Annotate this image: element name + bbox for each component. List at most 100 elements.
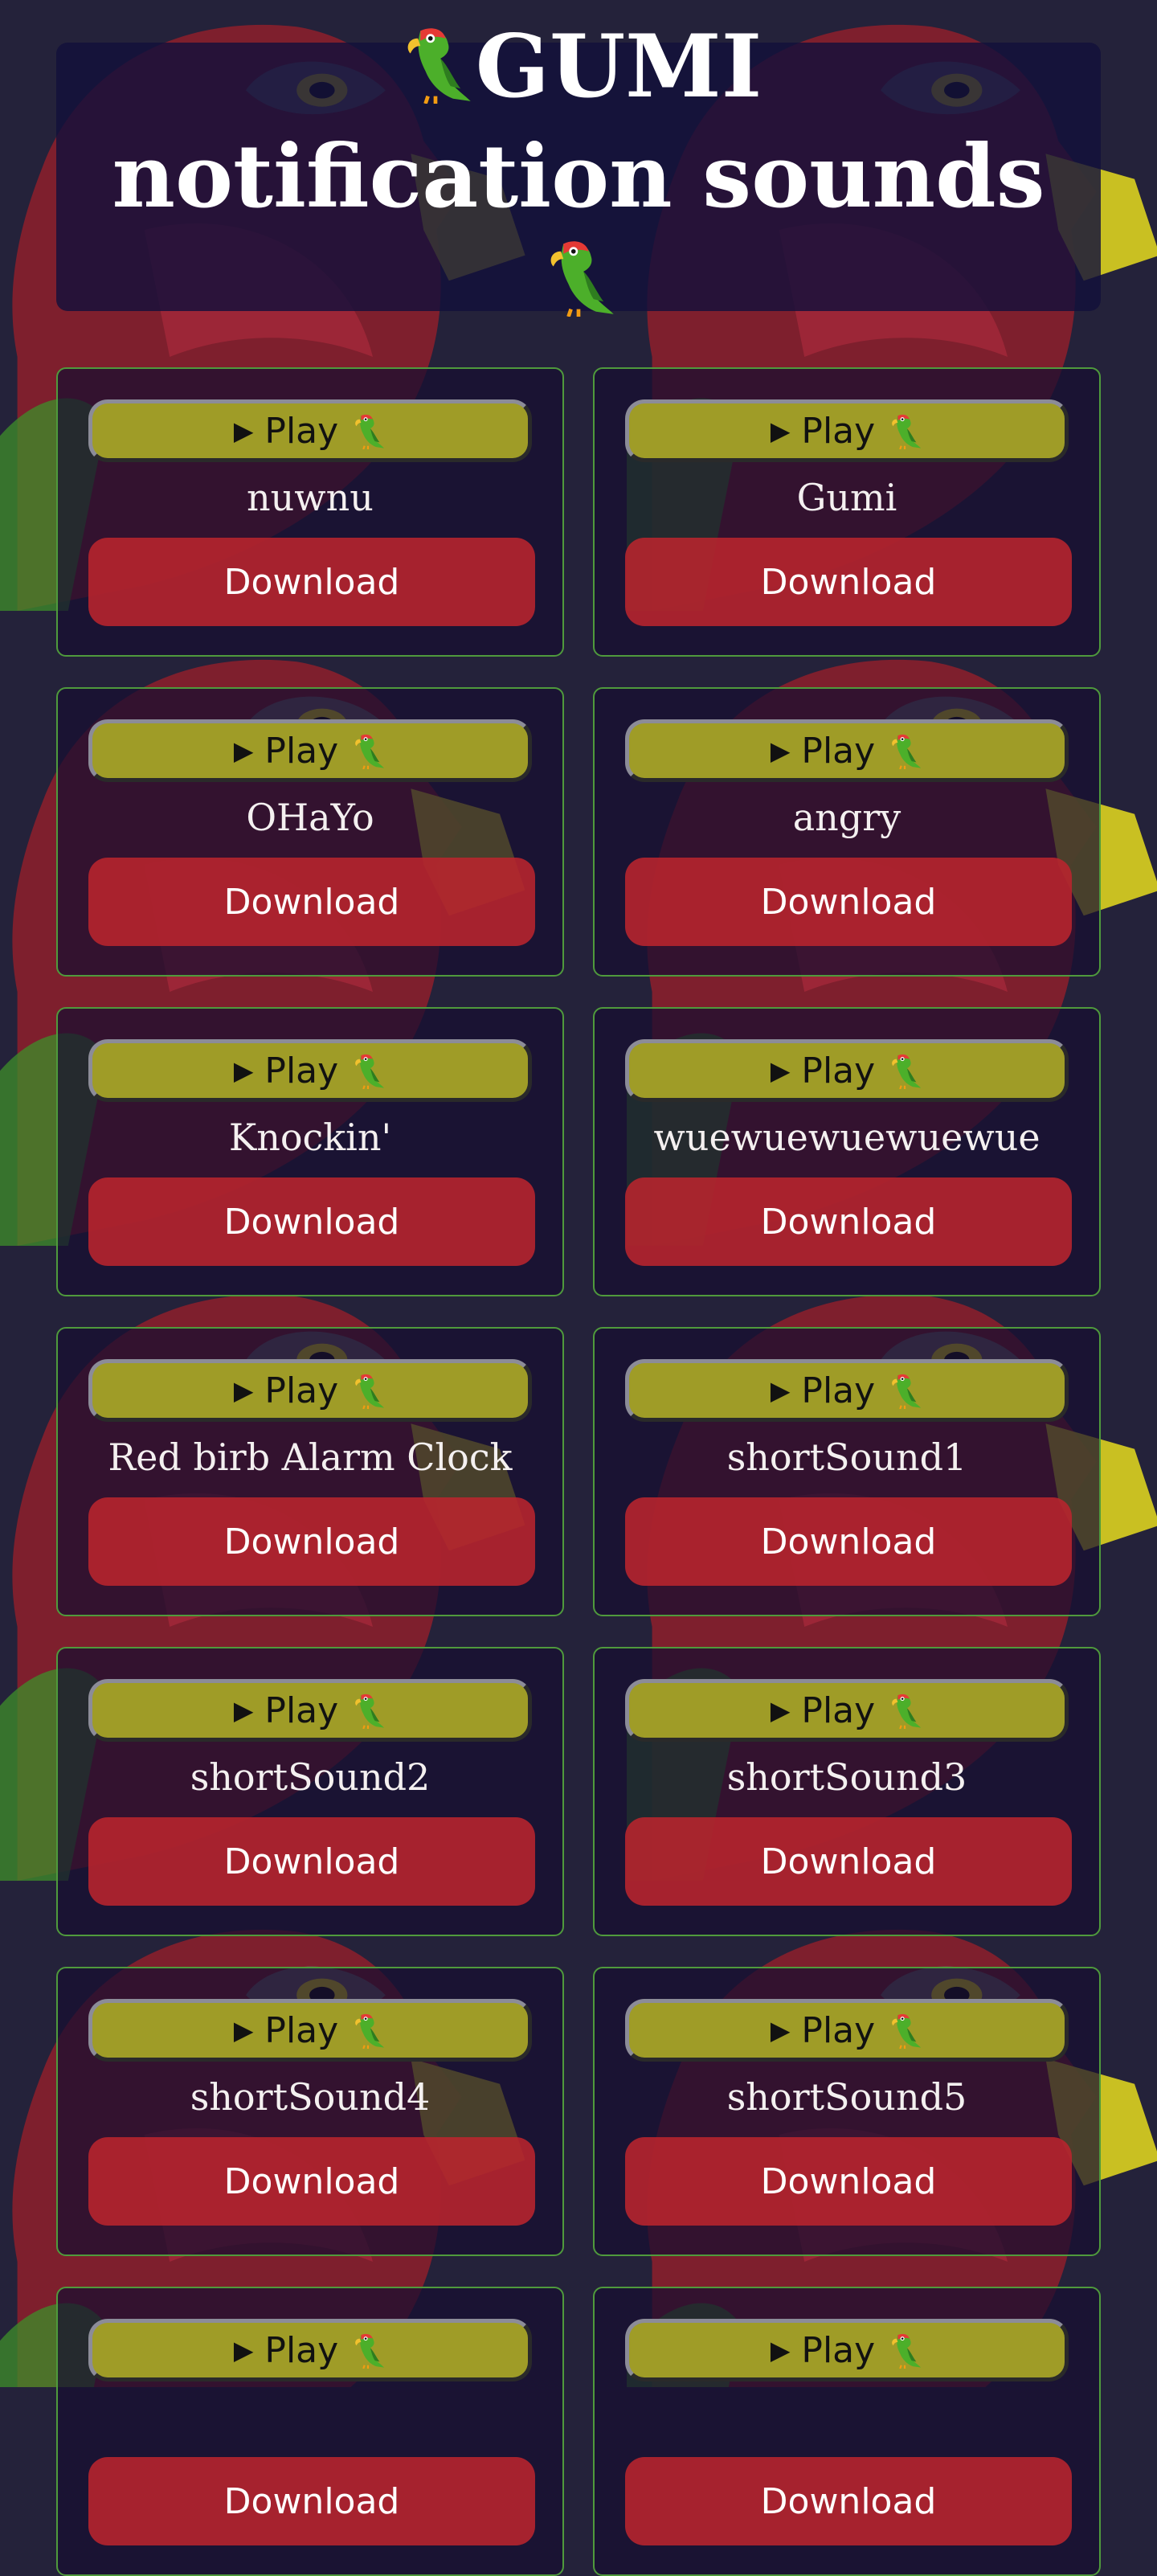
download-label: Download <box>223 1841 400 1882</box>
sound-card: ▶ Play shortSound3 Download <box>593 1647 1101 1936</box>
download-button[interactable]: Download <box>625 2137 1072 2226</box>
parrot-icon <box>350 2012 386 2049</box>
sound-name: nuwnu <box>247 476 374 519</box>
play-label: Play <box>801 1370 876 1411</box>
play-button[interactable]: ▶ Play <box>88 399 532 462</box>
download-button[interactable]: Download <box>625 1817 1072 1906</box>
parrot-icon <box>886 1692 923 1729</box>
download-button[interactable]: Download <box>88 2457 535 2545</box>
parrot-icon <box>350 412 386 449</box>
parrot-icon <box>886 1052 923 1089</box>
download-button[interactable]: Download <box>625 1177 1072 1266</box>
download-label: Download <box>760 881 937 923</box>
play-button[interactable]: ▶ Play <box>88 1999 532 2062</box>
play-button[interactable]: ▶ Play <box>625 1039 1069 1102</box>
download-label: Download <box>760 2160 937 2202</box>
download-label: Download <box>223 2160 400 2202</box>
play-label: Play <box>264 730 339 772</box>
download-label: Download <box>760 1521 937 1562</box>
play-button[interactable]: ▶ Play <box>625 2319 1069 2381</box>
play-triangle-icon: ▶ <box>233 1695 254 1726</box>
play-label: Play <box>801 2009 876 2051</box>
download-button[interactable]: Download <box>625 538 1072 626</box>
parrot-icon <box>886 2332 923 2369</box>
play-triangle-icon: ▶ <box>770 2335 791 2365</box>
sound-name: Red birb Alarm Clock <box>108 1435 513 1479</box>
download-button[interactable]: Download <box>88 538 535 626</box>
download-button[interactable]: Download <box>625 2457 1072 2545</box>
download-button[interactable]: Download <box>88 1817 535 1906</box>
sound-card: ▶ Play Gumi Download <box>593 367 1101 657</box>
parrot-icon <box>350 1052 386 1089</box>
download-label: Download <box>760 1201 937 1243</box>
play-label: Play <box>264 2009 339 2051</box>
play-button[interactable]: ▶ Play <box>88 719 532 782</box>
sound-card: ▶ Play Red birb Alarm Clock Download <box>56 1327 564 1616</box>
play-label: Play <box>801 730 876 772</box>
play-label: Play <box>264 410 339 452</box>
sound-name: angry <box>792 796 901 839</box>
parrot-icon <box>395 23 476 125</box>
play-triangle-icon: ▶ <box>233 2335 254 2365</box>
play-button[interactable]: ▶ Play <box>88 1679 532 1742</box>
sound-card: ▶ Play shortSound1 Download <box>593 1327 1101 1616</box>
play-label: Play <box>264 1689 339 1731</box>
download-label: Download <box>760 1841 937 1882</box>
sound-name: wuewuewuewuewue <box>653 1116 1040 1159</box>
sound-card: ▶ Play nuwnu Download <box>56 367 564 657</box>
play-label: Play <box>801 1050 876 1091</box>
download-label: Download <box>223 1201 400 1243</box>
play-label: Play <box>801 2329 876 2371</box>
play-button[interactable]: ▶ Play <box>88 2319 532 2381</box>
play-label: Play <box>801 410 876 452</box>
parrot-icon <box>350 732 386 769</box>
sound-card: ▶ Play Download <box>593 2287 1101 2576</box>
download-label: Download <box>760 561 937 603</box>
play-button[interactable]: ▶ Play <box>625 399 1069 462</box>
sound-card: ▶ Play OHaYo Download <box>56 687 564 977</box>
play-button[interactable]: ▶ Play <box>625 1679 1069 1742</box>
play-triangle-icon: ▶ <box>770 735 791 766</box>
play-triangle-icon: ▶ <box>233 1055 254 1086</box>
sound-card: ▶ Play shortSound2 Download <box>56 1647 564 1936</box>
download-button[interactable]: Download <box>88 1177 535 1266</box>
parrot-icon <box>350 2332 386 2369</box>
play-button[interactable]: ▶ Play <box>625 1359 1069 1422</box>
play-button[interactable]: ▶ Play <box>625 719 1069 782</box>
page-title: GUMI notification sounds <box>104 15 1053 338</box>
play-label: Play <box>264 1370 339 1411</box>
sound-name: OHaYo <box>246 796 374 839</box>
download-button[interactable]: Download <box>88 2137 535 2226</box>
sound-card: ▶ Play Knockin' Download <box>56 1007 564 1296</box>
play-triangle-icon: ▶ <box>770 1055 791 1086</box>
play-triangle-icon: ▶ <box>233 2015 254 2046</box>
play-triangle-icon: ▶ <box>770 2015 791 2046</box>
sound-name: shortSound1 <box>726 1435 967 1479</box>
sound-grid: ▶ Play nuwnu Download ▶ Play Gumi Downlo… <box>56 367 1101 2576</box>
sound-card: ▶ Play shortSound5 Download <box>593 1967 1101 2256</box>
play-triangle-icon: ▶ <box>770 416 791 446</box>
play-label: Play <box>264 2329 339 2371</box>
download-button[interactable]: Download <box>625 1497 1072 1586</box>
sound-name: shortSound4 <box>190 2075 431 2119</box>
download-label: Download <box>223 2480 400 2522</box>
parrot-icon <box>538 235 619 338</box>
sound-name: shortSound2 <box>190 1755 431 1799</box>
download-button[interactable]: Download <box>625 858 1072 946</box>
parrot-icon <box>886 732 923 769</box>
sound-card: ▶ Play Download <box>56 2287 564 2576</box>
play-triangle-icon: ▶ <box>770 1695 791 1726</box>
download-button[interactable]: Download <box>88 858 535 946</box>
play-triangle-icon: ▶ <box>233 1375 254 1406</box>
play-triangle-icon: ▶ <box>233 416 254 446</box>
play-button[interactable]: ▶ Play <box>88 1359 532 1422</box>
parrot-icon <box>350 1372 386 1409</box>
download-button[interactable]: Download <box>88 1497 535 1586</box>
play-button[interactable]: ▶ Play <box>625 1999 1069 2062</box>
play-button[interactable]: ▶ Play <box>88 1039 532 1102</box>
play-triangle-icon: ▶ <box>770 1375 791 1406</box>
download-label: Download <box>223 1521 400 1562</box>
parrot-icon <box>886 412 923 449</box>
play-label: Play <box>264 1050 339 1091</box>
play-label: Play <box>801 1689 876 1731</box>
